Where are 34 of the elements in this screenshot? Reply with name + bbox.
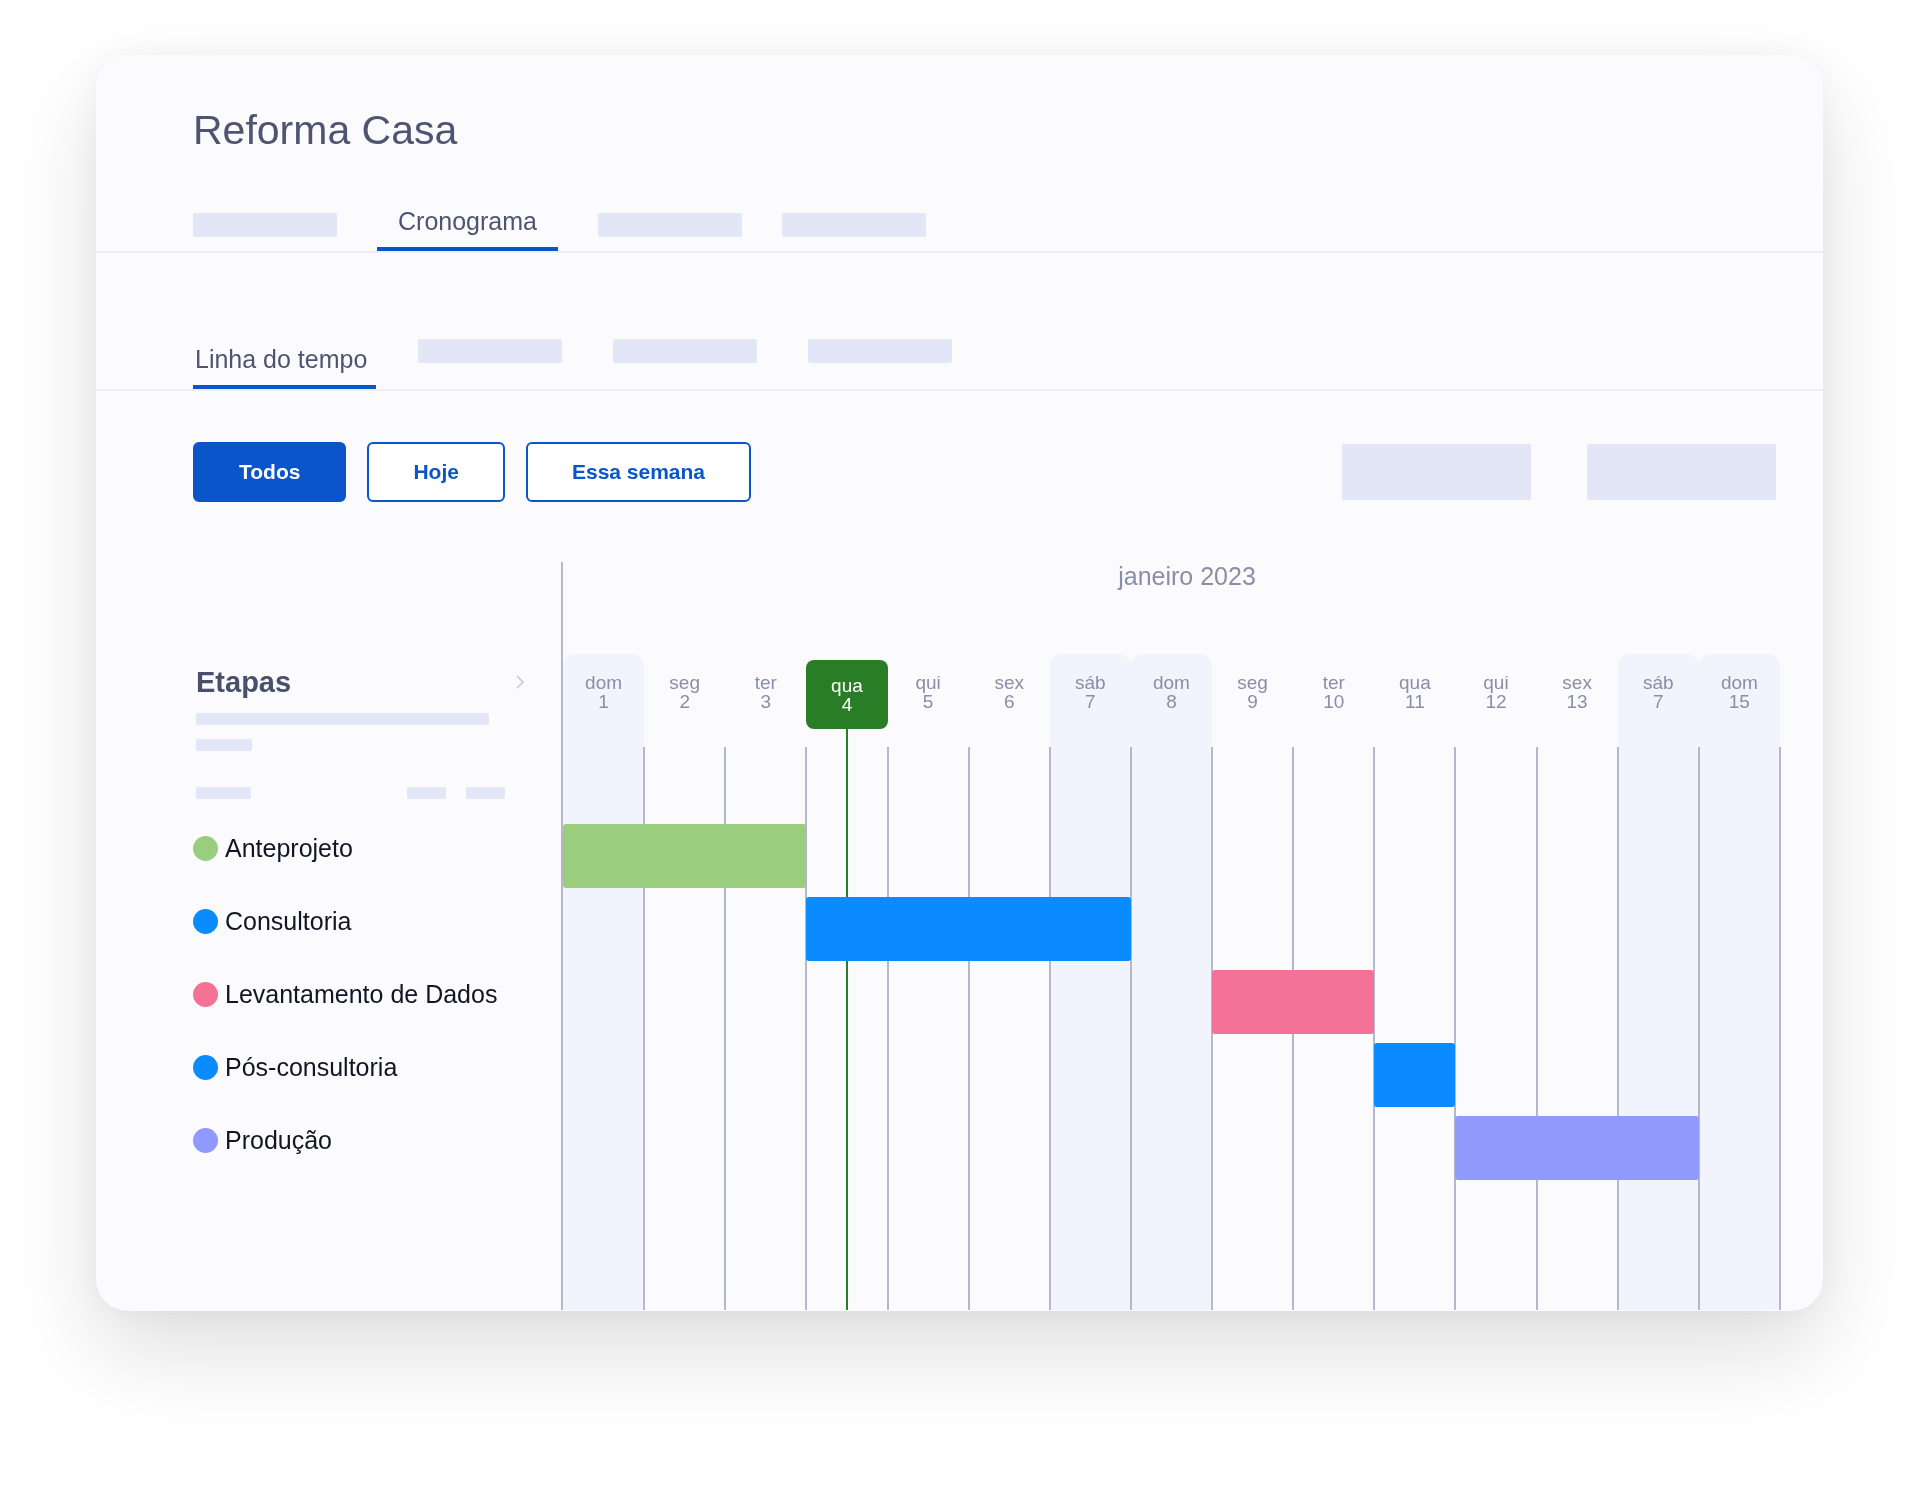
day-label: sex 13 <box>1561 671 1593 714</box>
stage-name: Anteprojeto <box>225 834 353 863</box>
page-title: Reforma Casa <box>192 106 459 155</box>
day-label: dom 1 <box>584 671 624 714</box>
task-bar[interactable] <box>1374 1043 1456 1107</box>
filter-button[interactable]: Hoje <box>367 442 505 502</box>
tab[interactable]: Linha do tempo <box>193 339 377 389</box>
task-bar[interactable] <box>1212 970 1375 1034</box>
stage-name: Produção <box>225 1126 333 1155</box>
tab[interactable]: Cronograma <box>377 201 558 251</box>
day-label: ter 10 <box>1321 671 1346 714</box>
today-marker: qua 4 <box>806 660 888 729</box>
task-bar[interactable] <box>563 824 807 888</box>
day-label: seg 9 <box>1236 671 1269 714</box>
month-label: janeiro 2023 <box>1116 562 1257 591</box>
stage-name: Levantamento de Dados <box>225 980 498 1009</box>
day-label: seg 2 <box>668 671 701 714</box>
day-label: sex 6 <box>993 671 1025 714</box>
stage-name: Consultoria <box>225 907 352 936</box>
chevron-right-icon[interactable] <box>515 675 525 689</box>
stage-name: Pós-consultoria <box>225 1053 398 1082</box>
day-label: sáb 7 <box>1641 671 1675 714</box>
task-bar[interactable] <box>1455 1116 1699 1180</box>
day-label: dom 8 <box>1152 671 1191 714</box>
filter-button[interactable]: Todos <box>193 442 347 502</box>
day-label: qua 11 <box>1398 671 1432 714</box>
filter-button[interactable]: Essa semana <box>525 442 752 502</box>
day-label: ter 3 <box>753 671 778 714</box>
day-label: dom 15 <box>1719 671 1759 714</box>
day-label: sáb 7 <box>1074 671 1107 714</box>
task-bar[interactable] <box>806 897 1131 961</box>
section-title: Etapas <box>195 665 292 699</box>
day-label: qui 12 <box>1482 671 1510 714</box>
day-label: qui 5 <box>914 671 942 714</box>
